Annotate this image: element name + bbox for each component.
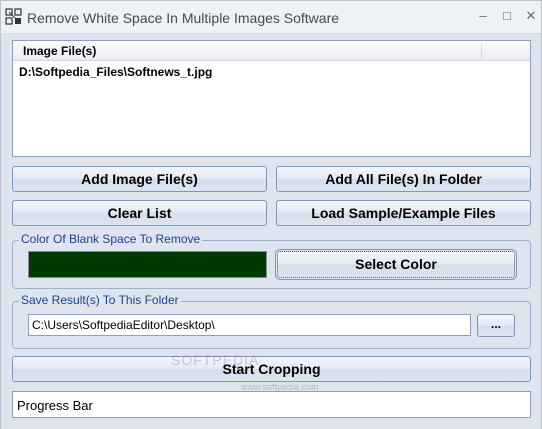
watermark-text: SOFTPEDIA [171,352,260,368]
title-bar[interactable]: Remove White Space In Multiple Images So… [1,1,541,34]
app-icon [5,8,22,25]
list-item[interactable]: D:\Softpedia_Files\Softnews_t.jpg [19,65,212,79]
progress-label: Progress Bar [17,398,93,413]
window-title: Remove White Space In Multiple Images So… [27,10,340,26]
close-icon[interactable]: ✕ [519,5,542,27]
output-folder-input[interactable] [28,314,471,336]
minimize-icon[interactable]: – [471,5,495,27]
app-window: Remove White Space In Multiple Images So… [0,0,542,429]
progress-bar: Progress Bar [12,391,531,418]
color-group-label: Color Of Blank Space To Remove [19,232,203,246]
add-image-files-button[interactable]: Add Image File(s) [12,166,267,192]
load-sample-button[interactable]: Load Sample/Example Files [276,200,531,226]
browse-button[interactable]: ... [477,314,515,337]
color-swatch [28,251,267,278]
image-file-list[interactable]: Image File(s) D:\Softpedia_Files\Softnew… [12,40,531,157]
column-header-image-files[interactable]: Image File(s) [23,44,96,58]
save-group-label: Save Result(s) To This Folder [19,293,181,307]
start-cropping-button[interactable]: Start Cropping [12,356,531,382]
column-separator[interactable] [481,43,482,59]
add-folder-button[interactable]: Add All File(s) In Folder [276,166,531,192]
client-area: Image File(s) D:\Softpedia_Files\Softnew… [1,34,541,429]
maximize-icon[interactable]: □ [495,5,519,27]
select-color-button[interactable]: Select Color [275,249,517,280]
list-header[interactable]: Image File(s) [13,41,530,61]
clear-list-button[interactable]: Clear List [12,200,267,226]
